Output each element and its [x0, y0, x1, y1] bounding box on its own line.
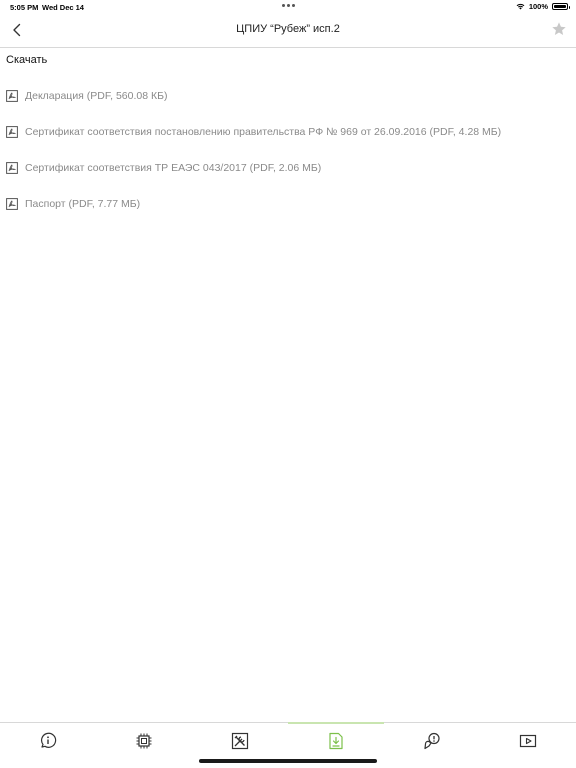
tab-support[interactable]: [384, 723, 480, 759]
navigation-bar: ЦПИУ “Рубеж” исп.2: [0, 14, 576, 48]
document-label: Сертификат соответствия постановлению пр…: [25, 126, 502, 138]
page-title: ЦПИУ “Рубеж” исп.2: [236, 23, 340, 35]
battery-percent: 100%: [528, 2, 548, 11]
battery-icon: [552, 3, 570, 10]
app-screen: 5:05 PM Wed Dec 14 100% ЦПИУ “Рубеж” исп…: [0, 0, 576, 768]
document-label: Декларация (PDF, 560.08 КБ): [25, 90, 168, 102]
document-label: Паспорт (PDF, 7.77 МБ): [25, 198, 141, 210]
document-link-certificate-eaeu[interactable]: Сертификат соответствия ТР ЕАЭС 043/2017…: [6, 158, 321, 178]
support-icon: [424, 732, 440, 750]
tab-info[interactable]: [0, 723, 96, 759]
tab-downloads[interactable]: [288, 723, 384, 759]
status-date: Wed Dec 14: [42, 3, 84, 12]
document-link-declaration[interactable]: Декларация (PDF, 560.08 КБ): [6, 86, 168, 106]
tab-specs[interactable]: [96, 723, 192, 759]
favorite-button[interactable]: [551, 21, 567, 37]
star-icon: [552, 22, 566, 35]
tools-icon: [231, 732, 249, 750]
section-title-downloads: Скачать: [6, 54, 48, 66]
tab-video[interactable]: [480, 723, 576, 759]
info-icon: [41, 732, 57, 748]
chip-icon: [136, 733, 152, 749]
pdf-file-icon: [6, 198, 18, 210]
document-link-certificate-969[interactable]: Сертификат соответствия постановлению пр…: [6, 122, 501, 142]
pdf-file-icon: [6, 126, 18, 138]
multitasking-dots-icon[interactable]: [282, 4, 295, 7]
document-label: Сертификат соответствия ТР ЕАЭС 043/2017…: [25, 162, 322, 174]
status-bar: 5:05 PM Wed Dec 14 100%: [0, 0, 576, 14]
pdf-file-icon: [6, 162, 18, 174]
document-link-passport[interactable]: Паспорт (PDF, 7.77 МБ): [6, 194, 140, 214]
tab-installation[interactable]: [192, 723, 288, 759]
wifi-icon: [516, 3, 525, 10]
pdf-file-icon: [6, 90, 18, 102]
download-file-icon: [329, 732, 343, 750]
status-time: 5:05 PM: [10, 3, 39, 12]
status-right: 100%: [516, 2, 570, 11]
play-video-icon: [519, 734, 537, 748]
home-indicator[interactable]: [199, 759, 377, 763]
